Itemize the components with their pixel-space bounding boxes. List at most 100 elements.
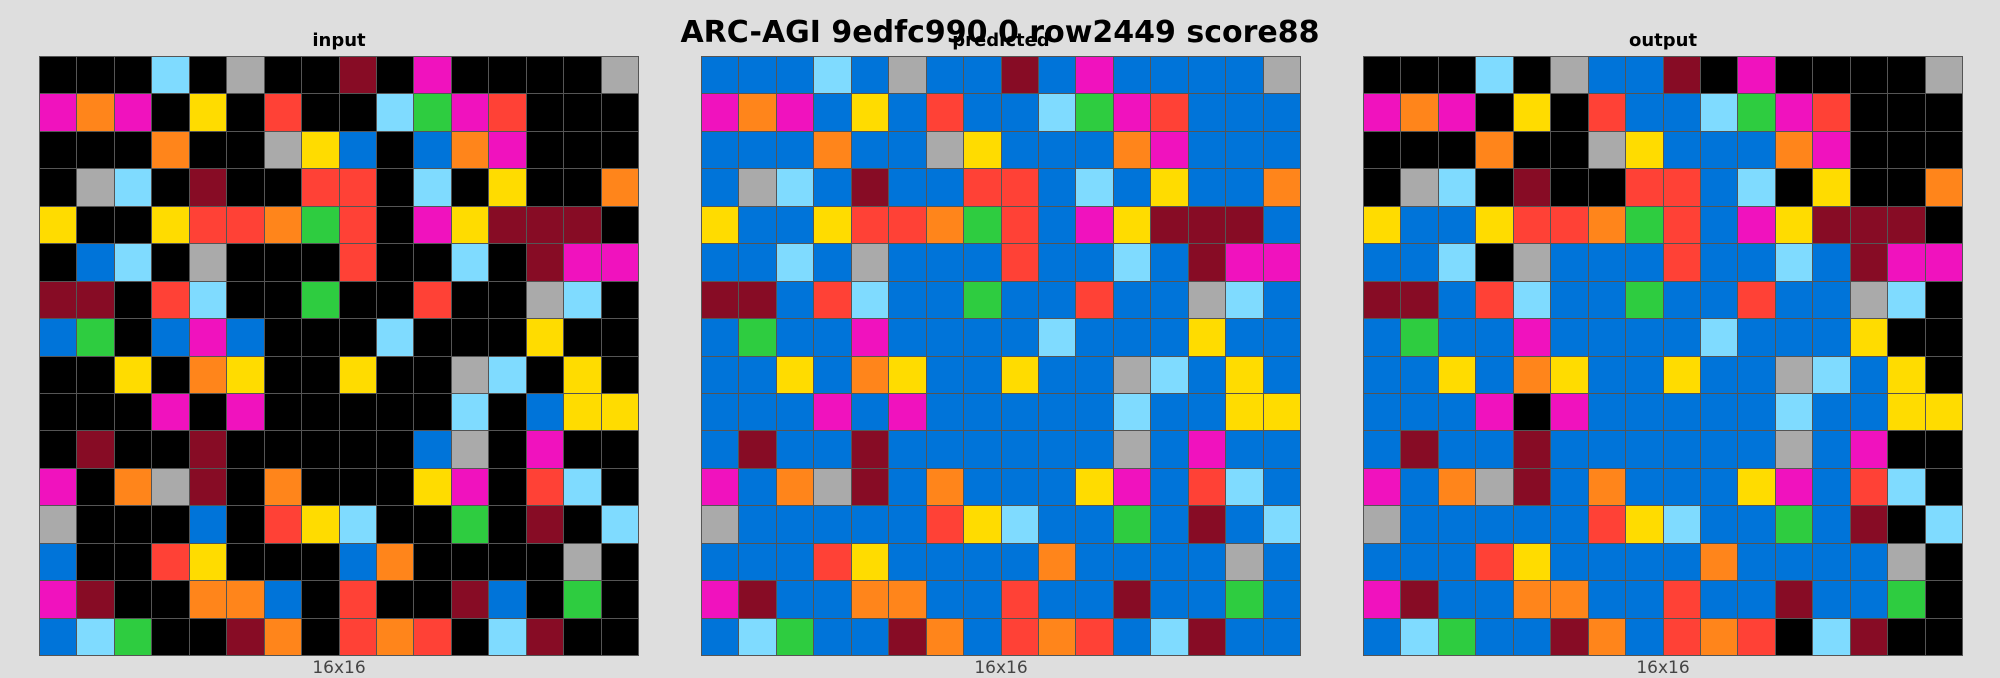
grid-cell: [114, 319, 152, 356]
grid-cell: [1513, 281, 1551, 319]
grid-cell: [601, 581, 638, 618]
grid-cell: [227, 244, 264, 281]
grid-cell: [1513, 131, 1551, 169]
grid-cell: [1401, 581, 1438, 618]
grid-cell: [851, 356, 889, 393]
grid-cell: [264, 57, 302, 94]
grid-cell: [1001, 431, 1038, 468]
grid-cell: [227, 468, 264, 506]
grid-cell: [451, 393, 489, 431]
grid-cell: [40, 431, 77, 468]
grid-cell: [1151, 618, 1188, 655]
grid-cell: [414, 131, 451, 169]
grid-cell: [739, 319, 776, 356]
grid-cell: [1401, 57, 1438, 94]
grid-cell: [1551, 618, 1588, 655]
grid-cell: [1775, 356, 1813, 393]
grid-cell: [376, 244, 414, 281]
grid-cell: [814, 131, 851, 169]
grid-cell: [40, 94, 77, 131]
grid-cell: [776, 131, 814, 169]
grid-cell: [1588, 393, 1626, 431]
grid-cell: [1438, 618, 1476, 655]
grid-cell: [77, 543, 114, 581]
grid-cell: [489, 506, 526, 543]
grid-cell: [1001, 356, 1038, 393]
grid-cell: [1188, 244, 1226, 281]
grid-cell: [1076, 319, 1113, 356]
grid-cell: [1001, 131, 1038, 169]
grid-cell: [1076, 506, 1113, 543]
grid-cell: [1364, 206, 1401, 244]
grid-cell: [1364, 281, 1401, 319]
grid-cell: [1551, 131, 1588, 169]
grid-cell: [1925, 169, 1962, 206]
grid-cell: [964, 431, 1001, 468]
grid-cell: [1263, 94, 1300, 131]
grid-cell: [1588, 281, 1626, 319]
grid-cell: [1364, 581, 1401, 618]
grid-cell: [601, 319, 638, 356]
output-panel: output 16x16: [1363, 30, 1963, 678]
grid-cell: [601, 618, 638, 655]
grid-cell: [451, 206, 489, 244]
grid-cell: [376, 506, 414, 543]
grid-cell: [889, 94, 926, 131]
grid-cell: [889, 57, 926, 94]
grid-cell: [1038, 468, 1076, 506]
grid-cell: [702, 94, 739, 131]
grid-cell: [1038, 618, 1076, 655]
grid-cell: [1263, 356, 1300, 393]
grid-cell: [1364, 57, 1401, 94]
grid-cell: [1626, 169, 1663, 206]
grid-cell: [1588, 169, 1626, 206]
grid-cell: [1188, 206, 1226, 244]
grid-cell: [1513, 356, 1551, 393]
grid-cell: [1888, 431, 1925, 468]
grid-cell: [152, 94, 189, 131]
grid-cell: [1364, 506, 1401, 543]
grid-cell: [1813, 431, 1850, 468]
grid-cell: [1663, 543, 1700, 581]
grid-cell: [376, 169, 414, 206]
grid-cell: [414, 206, 451, 244]
grid-cell: [1076, 57, 1113, 94]
grid-cell: [564, 506, 601, 543]
grid-cell: [189, 319, 227, 356]
grid-cell: [227, 618, 264, 655]
grid-cell: [339, 131, 376, 169]
grid-cell: [376, 468, 414, 506]
grid-cell: [1513, 57, 1551, 94]
grid-cell: [414, 431, 451, 468]
grid-cell: [1076, 618, 1113, 655]
grid-cell: [1226, 57, 1263, 94]
grid-cell: [1813, 356, 1850, 393]
grid-cell: [1925, 356, 1962, 393]
grid-cell: [1551, 393, 1588, 431]
grid-cell: [1113, 94, 1151, 131]
grid-cell: [227, 393, 264, 431]
grid-cell: [414, 244, 451, 281]
grid-cell: [1263, 206, 1300, 244]
grid-cell: [1850, 618, 1888, 655]
grid-cell: [776, 281, 814, 319]
grid-cell: [1076, 131, 1113, 169]
input-dims: 16x16: [312, 658, 366, 678]
grid-cell: [414, 543, 451, 581]
grid-cell: [1038, 244, 1076, 281]
grid-cell: [489, 244, 526, 281]
grid-cell: [1663, 281, 1700, 319]
grid-cell: [526, 506, 564, 543]
grid-cell: [1188, 319, 1226, 356]
grid-cell: [1151, 543, 1188, 581]
grid-cell: [702, 618, 739, 655]
grid-cell: [889, 506, 926, 543]
grid-cell: [1038, 281, 1076, 319]
grid-cell: [1476, 57, 1513, 94]
grid-cell: [1401, 94, 1438, 131]
grid-cell: [1700, 356, 1738, 393]
grid-cell: [451, 281, 489, 319]
grid-cell: [776, 94, 814, 131]
grid-cell: [1113, 169, 1151, 206]
grid-cell: [1738, 319, 1775, 356]
